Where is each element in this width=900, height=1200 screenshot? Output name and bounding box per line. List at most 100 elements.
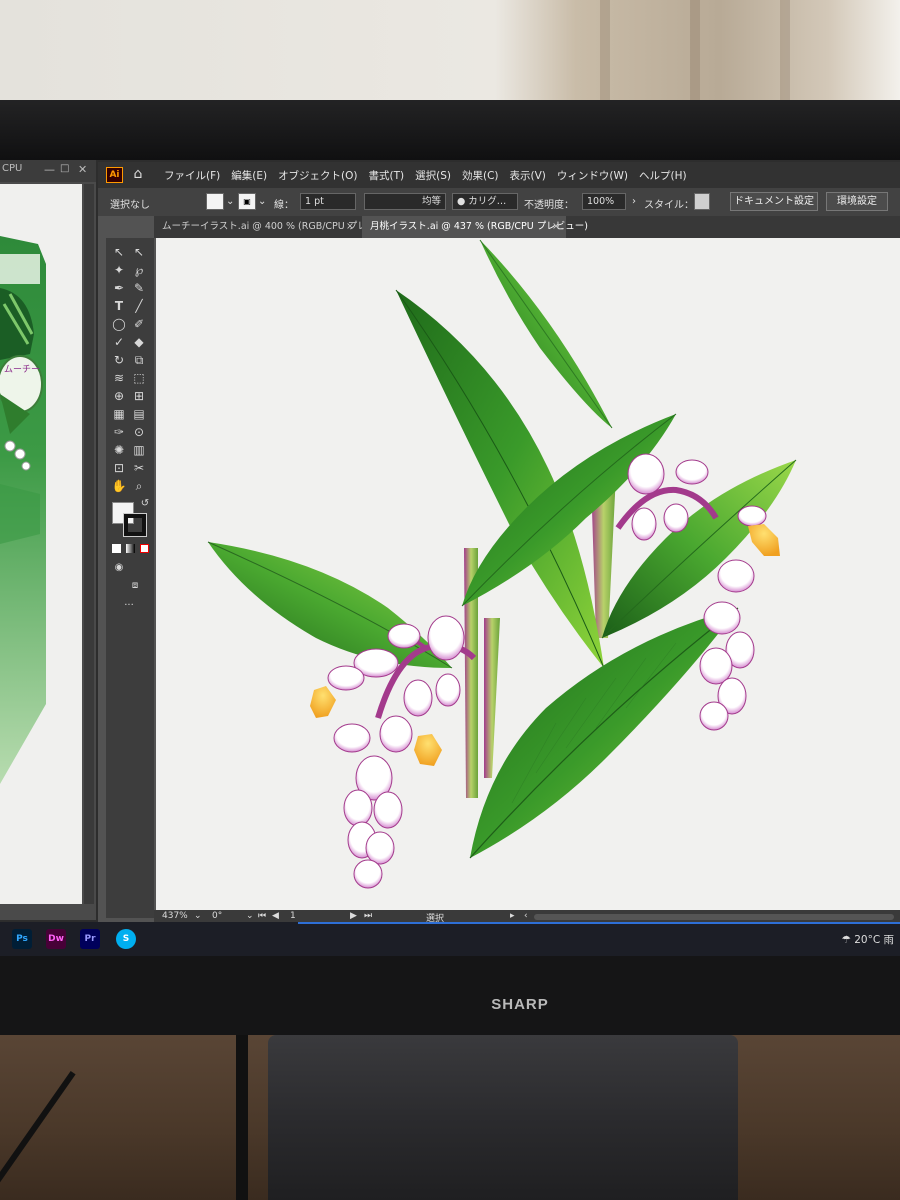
opacity-input[interactable]: 100% <box>582 193 626 210</box>
monitor-screen: CPU — □ ✕ ムーチー Ai ⌂ ファイル(F) 編集(E) オブジェクト… <box>0 160 900 956</box>
artboard-nav-last-icon[interactable]: ⏭ <box>364 911 372 921</box>
menu-edit[interactable]: 編集(E) <box>231 168 267 183</box>
stroke-color-swatch[interactable] <box>123 513 147 537</box>
background-window[interactable]: CPU — □ ✕ ムーチー <box>0 160 96 920</box>
line-tool-icon[interactable]: ╱ <box>130 298 148 314</box>
more-tools-icon[interactable]: ··· <box>120 598 138 614</box>
artboard-number[interactable]: 1 <box>290 911 296 921</box>
rotate-tool-icon[interactable]: ↻ <box>110 352 128 368</box>
background-window-title: CPU <box>2 163 23 174</box>
artboard-nav-first-icon[interactable]: ⏮ <box>258 911 266 921</box>
menu-effect[interactable]: 効果(C) <box>462 168 499 183</box>
stroke-label: 線： <box>274 200 294 211</box>
graph-tool-icon[interactable]: ▥ <box>130 442 148 458</box>
artboard-canvas[interactable] <box>156 238 900 910</box>
menu-view[interactable]: 表示(V) <box>510 168 546 183</box>
taskbar-skype[interactable]: S <box>116 929 136 949</box>
swap-colors-icon[interactable]: ↺ <box>136 496 154 512</box>
tools-panel: ↖ ↖ ✦ ℘ ✒ ✎ T ╱ ◯ ✐ ✓ ◆ ↻ ⧉ ≋ ⬚ ⊕ ⊞ ▦ ▤ … <box>106 238 154 918</box>
curvature-tool-icon[interactable]: ✎ <box>130 280 148 296</box>
rotation-value[interactable]: 0° <box>212 911 222 921</box>
scale-tool-icon[interactable]: ⧉ <box>130 352 148 368</box>
symbol-sprayer-icon[interactable]: ✺ <box>110 442 128 458</box>
pen-tool-icon[interactable]: ✒ <box>110 280 128 296</box>
menu-select[interactable]: 選択(S) <box>415 168 451 183</box>
illustrator-logo: Ai <box>106 167 123 183</box>
chevron-right-icon[interactable]: › <box>632 196 636 207</box>
close-icon[interactable]: × <box>346 216 354 238</box>
cable <box>236 1035 248 1200</box>
weather-tray[interactable]: ☂ 20°C 雨 <box>841 932 894 947</box>
width-tool-icon[interactable]: ≋ <box>110 370 128 386</box>
stroke-profile-select[interactable]: 均等 <box>364 193 446 210</box>
document-settings-button[interactable]: ドキュメント設定 <box>730 192 818 211</box>
lasso-icon[interactable]: ℘ <box>130 262 148 278</box>
chevron-down-icon[interactable]: ⌄ <box>226 196 234 207</box>
illustrator-window: Ai ⌂ ファイル(F) 編集(E) オブジェクト(O) 書式(T) 選択(S)… <box>98 162 900 924</box>
close-icon[interactable]: × <box>552 216 560 238</box>
chevron-down-icon[interactable]: ⌄ <box>194 911 202 921</box>
fill-swatch[interactable] <box>206 193 224 210</box>
artboard-nav-prev-icon[interactable]: ◀ <box>272 911 279 921</box>
weather-text: 20°C 雨 <box>854 934 894 946</box>
weather-icon: ☂ <box>841 934 851 946</box>
taskbar-dreamweaver[interactable]: Dw <box>46 929 66 949</box>
menu-file[interactable]: ファイル(F) <box>164 168 220 183</box>
minimize-icon[interactable]: — <box>44 163 55 176</box>
svg-text:ムーチー: ムーチー <box>4 364 40 375</box>
ellipse-tool-icon[interactable]: ◯ <box>110 316 128 332</box>
style-swatch[interactable] <box>694 193 710 210</box>
mesh-tool-icon[interactable]: ▦ <box>110 406 128 422</box>
close-icon[interactable]: ✕ <box>78 163 87 176</box>
taskbar-premiere[interactable]: Pr <box>80 929 100 949</box>
shape-builder-icon[interactable]: ⊕ <box>110 388 128 404</box>
free-transform-icon[interactable]: ⬚ <box>130 370 148 386</box>
stroke-swatch-icon[interactable]: ▣ <box>238 193 256 210</box>
eraser-icon[interactable]: ◆ <box>130 334 148 350</box>
background-window-titlebar[interactable]: CPU — □ ✕ <box>0 160 96 182</box>
tab-getto[interactable]: 月桃イラスト.ai @ 437 % (RGB/CPU プレビュー) × <box>362 216 588 238</box>
artboard-nav-next-icon[interactable]: ▶ <box>350 911 357 921</box>
zoom-level[interactable]: 437% <box>162 911 188 921</box>
tab-muchi[interactable]: ムーチーイラスト.ai @ 400 % (RGB/CPU プレビュー) × <box>154 216 399 238</box>
artboard-tool-icon[interactable]: ⊡ <box>110 460 128 476</box>
menu-type[interactable]: 書式(T) <box>369 168 405 183</box>
background-window-scrollbar[interactable] <box>84 184 94 904</box>
play-icon[interactable]: ▸ <box>510 911 515 921</box>
none-mode-icon[interactable] <box>140 544 149 553</box>
slice-tool-icon[interactable]: ✂ <box>130 460 148 476</box>
zoom-tool-icon[interactable]: ⌕ <box>130 478 148 494</box>
eyedropper-icon[interactable]: ✑ <box>110 424 128 440</box>
direct-selection-tool-icon[interactable]: ↖ <box>130 244 148 260</box>
preferences-button[interactable]: 環境設定 <box>826 192 888 211</box>
document-tabs: ムーチーイラスト.ai @ 400 % (RGB/CPU プレビュー) × 月桃… <box>154 216 900 238</box>
selection-tool-icon[interactable]: ↖ <box>110 244 128 260</box>
type-tool-icon[interactable]: T <box>110 298 128 314</box>
paintbrush-icon[interactable]: ✐ <box>130 316 148 332</box>
perspective-grid-icon[interactable]: ⊞ <box>130 388 148 404</box>
blend-tool-icon[interactable]: ⊙ <box>130 424 148 440</box>
color-mode-icon[interactable] <box>112 544 121 553</box>
horizontal-scrollbar[interactable] <box>534 914 894 920</box>
chevron-down-icon[interactable]: ⌄ <box>246 911 254 921</box>
stroke-weight-input[interactable]: 1 pt <box>300 193 356 210</box>
shaper-tool-icon[interactable]: ✓ <box>110 334 128 350</box>
chevron-left-icon[interactable]: ‹ <box>524 911 528 921</box>
menu-object[interactable]: オブジェクト(O) <box>278 168 357 183</box>
home-icon[interactable]: ⌂ <box>130 166 146 182</box>
gradient-mode-icon[interactable] <box>126 544 135 553</box>
screen-mode-icon[interactable]: ⧈ <box>126 578 144 594</box>
chevron-down-icon[interactable]: ⌄ <box>258 196 266 207</box>
menu-window[interactable]: ウィンドウ(W) <box>557 168 628 183</box>
taskbar-photoshop[interactable]: Ps <box>12 929 32 949</box>
control-bar: 選択なし ⌄ ▣ ⌄ 線： 1 pt 均等 ● カリグ… 不透明度： 100% … <box>98 188 900 216</box>
brush-select[interactable]: ● カリグ… <box>452 193 518 210</box>
monitor-bezel-top <box>0 100 900 160</box>
draw-mode-icon[interactable]: ◉ <box>110 560 128 576</box>
curtain <box>600 0 610 110</box>
magic-wand-icon[interactable]: ✦ <box>110 262 128 278</box>
hand-tool-icon[interactable]: ✋ <box>110 478 128 494</box>
maximize-icon[interactable]: □ <box>60 163 69 174</box>
gradient-tool-icon[interactable]: ▤ <box>130 406 148 422</box>
menu-help[interactable]: ヘルプ(H) <box>639 168 687 183</box>
